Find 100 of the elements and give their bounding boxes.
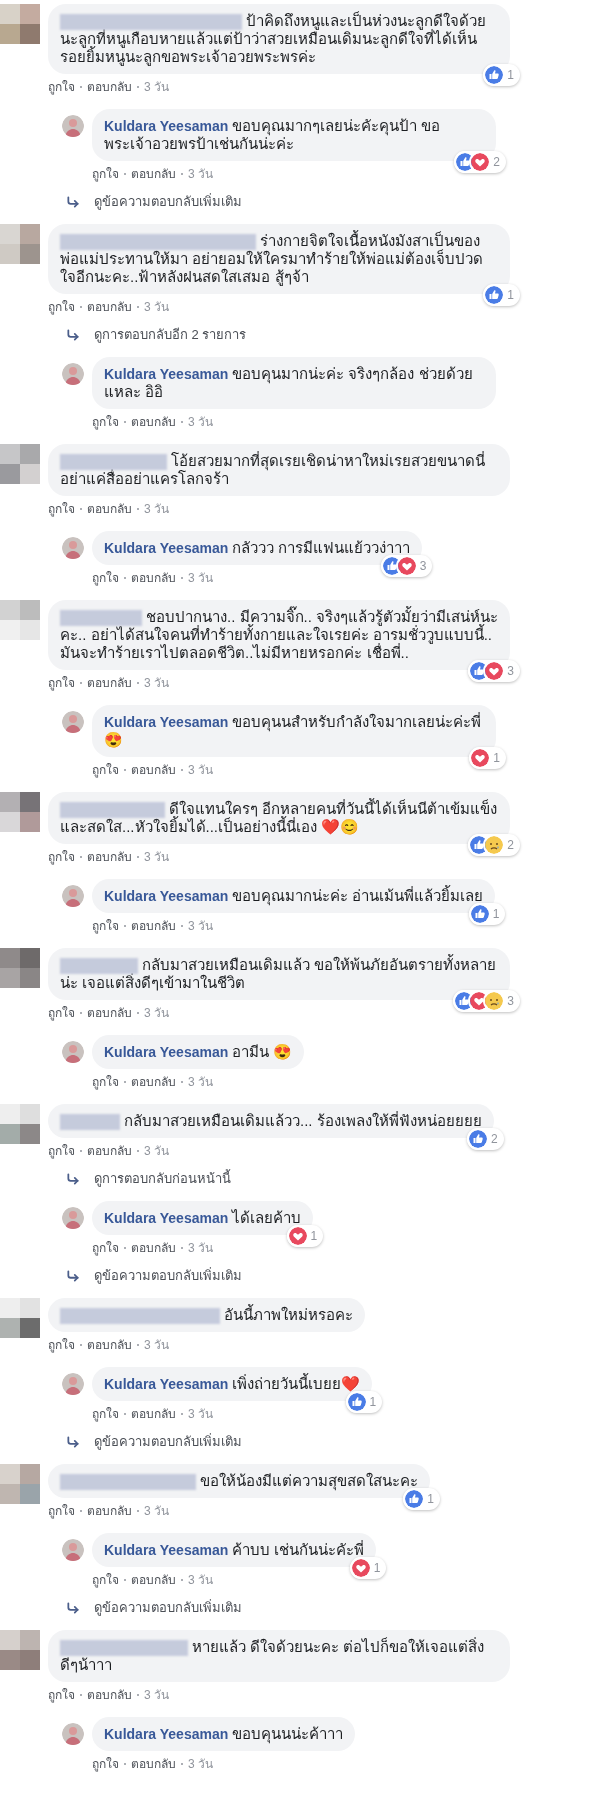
author-name[interactable]: Kuldara Yeesaman [104,714,229,731]
reply-arrow-icon [66,195,80,210]
reaction-count: 1 [373,1562,381,1575]
like-link[interactable]: ถูกใจ [48,1337,75,1354]
reaction-count: 2 [491,1133,498,1146]
like-link[interactable]: ถูกใจ [92,414,119,431]
reply-link[interactable]: ตอบกลับ [131,1074,176,1091]
reply-link[interactable]: ตอบกลับ [131,1406,176,1423]
avatar[interactable] [0,1464,40,1505]
reply-link[interactable]: ตอบกลับ [131,918,176,935]
reply-link[interactable]: ตอบกลับ [87,1005,132,1022]
timestamp: 3 วัน [188,166,213,183]
like-link[interactable]: ถูกใจ [92,1074,119,1091]
avatar[interactable] [62,711,84,734]
timestamp: 3 วัน [144,1503,169,1520]
like-link[interactable]: ถูกใจ [48,299,75,316]
avatar[interactable] [0,948,40,989]
reaction-count: 3 [507,995,514,1008]
reply-text: Kuldara Yeesaman ขอบคุนนสำหรับกำลังใจมากเลยน่ะค่ะพี่ 😍 [104,713,483,750]
reply-link[interactable]: ตอบกลับ [131,762,176,779]
avatar[interactable] [0,1104,40,1145]
reply-link[interactable]: ตอบกลับ [131,570,176,587]
avatar[interactable] [0,1630,40,1671]
like-link[interactable]: ถูกใจ [48,501,75,518]
author-name[interactable]: Kuldara Yeesaman [104,118,229,135]
timestamp: 3 วัน [188,1756,213,1773]
comment-text: ขอให้น้องมีแต่ความสุขสดใสนะคะ [60,1472,418,1491]
timestamp: 3 วัน [144,675,169,692]
like-link[interactable]: ถูกใจ [92,1572,119,1589]
reply-link[interactable]: ตอบกลับ [131,1756,176,1773]
like-link[interactable]: ถูกใจ [48,1503,75,1520]
like-link[interactable]: ถูกใจ [92,1406,119,1423]
reply-text: Kuldara Yeesaman ขอบคุณมากน่ะค่ะ อ่านเม้นพี่แล้วยิ้มเลย [104,887,484,906]
avatar[interactable] [62,1723,84,1746]
avatar[interactable] [0,1298,40,1339]
comment-text: โอ้ยสวยมากที่สุดเรยเชิดน่าหาใหม่เรยสวยขนาดนี่อย่าแค่สื่ออย่าแครโลกจร้า [60,452,486,489]
author-name[interactable]: Kuldara Yeesaman [104,1542,229,1559]
reply-link[interactable]: ตอบกลับ [131,414,176,431]
more-replies-link[interactable]: ดูการตอบกลับอีก 2 รายการ [94,327,247,344]
avatar[interactable] [62,115,84,138]
avatar[interactable] [62,1207,84,1230]
like-link[interactable]: ถูกใจ [92,918,119,935]
author-name[interactable]: Kuldara Yeesaman [104,1044,229,1061]
like-link[interactable]: ถูกใจ [92,1240,119,1257]
more-replies-link[interactable]: ดูการตอบกลับก่อนหน้านี้ [94,1171,231,1188]
like-link[interactable]: ถูกใจ [92,762,119,779]
more-replies-link[interactable]: ดูข้อความตอบกลับเพิ่มเติม [94,194,242,211]
author-name[interactable]: Kuldara Yeesaman [104,1726,229,1743]
like-link[interactable]: ถูกใจ [92,166,119,183]
avatar[interactable] [62,885,84,908]
comment-text: อันนี้ภาพใหม่หรอคะ [60,1306,353,1325]
avatar[interactable] [62,1539,84,1562]
reaction-count: 1 [427,1493,434,1506]
avatar[interactable] [0,792,40,833]
avatar[interactable] [62,1373,84,1396]
reply-link[interactable]: ตอบกลับ [87,501,132,518]
avatar[interactable] [0,224,40,265]
author-name[interactable]: Kuldara Yeesaman [104,540,229,557]
author-name[interactable]: Kuldara Yeesaman [104,888,229,905]
like-link[interactable]: ถูกใจ [48,849,75,866]
reply-link[interactable]: ตอบกลับ [87,1337,132,1354]
sad-reaction-icon [485,992,504,1011]
reply-link[interactable]: ตอบกลับ [87,1687,132,1704]
reply-link[interactable]: ตอบกลับ [87,299,132,316]
avatar[interactable] [62,363,84,386]
like-link[interactable]: ถูกใจ [48,1687,75,1704]
reply-link[interactable]: ตอบกลับ [87,849,132,866]
reply-text: Kuldara Yeesaman อามีน 😍 [104,1043,293,1062]
reply-link[interactable]: ตอบกลับ [87,1503,132,1520]
like-link[interactable]: ถูกใจ [48,1005,75,1022]
like-link[interactable]: ถูกใจ [92,570,119,587]
more-replies-link[interactable]: ดูข้อความตอบกลับเพิ่มเติม [94,1434,242,1451]
reaction-count: 1 [310,1230,318,1243]
like-link[interactable]: ถูกใจ [48,1143,75,1160]
reply-link[interactable]: ตอบกลับ [87,675,132,692]
reply-link[interactable]: ตอบกลับ [131,166,176,183]
author-name[interactable]: Kuldara Yeesaman [104,1376,229,1393]
avatar[interactable] [62,1041,84,1064]
reply-link[interactable]: ตอบกลับ [131,1572,176,1589]
like-reaction-icon [382,557,401,576]
timestamp: 3 วัน [188,1074,213,1091]
reply-link[interactable]: ตอบกลับ [87,1143,132,1160]
avatar[interactable] [62,537,84,560]
author-name[interactable]: Kuldara Yeesaman [104,1210,229,1227]
avatar[interactable] [0,4,40,44]
reply-arrow-icon [66,328,80,343]
more-replies-link[interactable]: ดูข้อความตอบกลับเพิ่มเติม [94,1268,242,1285]
reply-link[interactable]: ตอบกลับ [87,79,132,96]
like-link[interactable]: ถูกใจ [48,675,75,692]
author-name[interactable]: Kuldara Yeesaman [104,366,229,383]
like-reaction-icon [347,1393,366,1412]
more-replies-link[interactable]: ดูข้อความตอบกลับเพิ่มเติม [94,1600,242,1617]
reply-link[interactable]: ตอบกลับ [131,1240,176,1257]
blurred-name [60,1114,120,1131]
like-link[interactable]: ถูกใจ [48,79,75,96]
comment-text: ชอบปากนาง.. มีความจิ๊ก.. จริงๆแล้วรู้ตัวมั้ยว่ามีเสน่ห์นะคะ.. อย่าได้สนใจคนที่ทำร้ายทั้งกายและใจเรยค่ะ อารมชั่ววูบแบบนี้.. มันจะทำร้ายเราไปตลอดชีวิต..ไม่มีหายหรอกค่ะ เชื่อพี่.. [60,608,498,663]
timestamp: 3 วัน [188,570,213,587]
like-link[interactable]: ถูกใจ [92,1756,119,1773]
avatar[interactable] [0,444,40,485]
like-reaction-icon [470,905,489,924]
